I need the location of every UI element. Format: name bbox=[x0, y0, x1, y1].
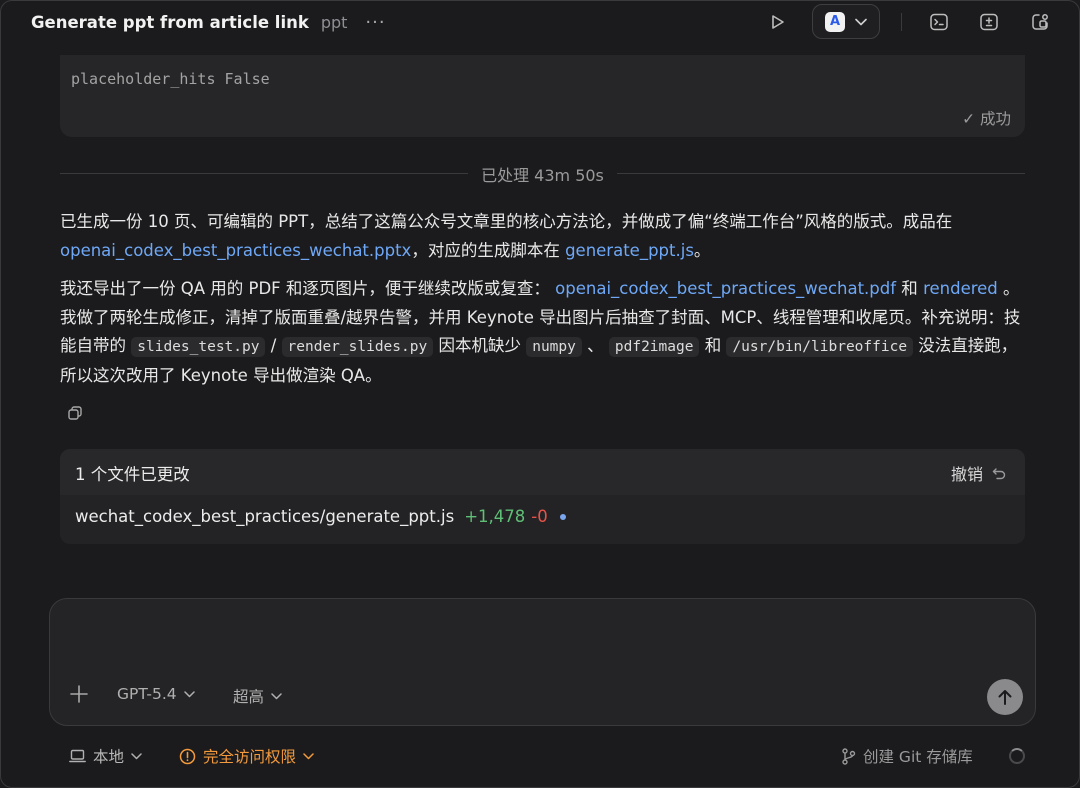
add-attachment-icon[interactable] bbox=[69, 684, 91, 706]
send-button[interactable] bbox=[987, 679, 1023, 715]
model-selector[interactable]: GPT-5.4 bbox=[117, 685, 195, 703]
message-text: / bbox=[265, 336, 282, 355]
lines-removed: -0 bbox=[531, 507, 548, 526]
effort-label: 超高 bbox=[233, 688, 265, 706]
reasoning-effort-selector[interactable]: 超高 bbox=[233, 685, 282, 707]
arrow-up-icon bbox=[998, 690, 1012, 705]
changed-files-card: 1 个文件已更改 撤销 wechat_codex_best_practices/… bbox=[60, 449, 1025, 544]
access-label: 完全访问权限 bbox=[203, 748, 297, 766]
bottom-bar: 本地 完全访问权限 创建 Git 存储库 bbox=[1, 741, 1079, 771]
warning-circle-icon bbox=[179, 748, 196, 764]
message-text: 和 bbox=[699, 336, 727, 355]
message-text: 、 bbox=[581, 336, 609, 355]
terminal-icon[interactable] bbox=[928, 11, 950, 33]
undo-label: 撤销 bbox=[950, 465, 983, 484]
undo-button[interactable]: 撤销 bbox=[951, 461, 1007, 485]
pdf-file-link[interactable]: openai_codex_best_practices_wechat.pdf bbox=[555, 279, 896, 298]
undo-icon bbox=[992, 468, 1006, 480]
laptop-icon bbox=[69, 749, 86, 763]
chevron-down-icon bbox=[271, 692, 282, 699]
message-composer[interactable]: GPT-5.4 超高 bbox=[49, 598, 1036, 726]
git-branch-icon bbox=[842, 747, 856, 765]
model-label: GPT-5.4 bbox=[117, 685, 177, 703]
inline-code: render_slides.py bbox=[281, 337, 434, 357]
copy-icon[interactable] bbox=[67, 405, 85, 423]
tool-output-text: placeholder_hits False bbox=[71, 70, 270, 88]
message-text: 已生成一份 10 页、可编辑的 PPT，总结了这篇公众号文章里的核心方法论，并做… bbox=[60, 212, 953, 231]
processed-separator: 已处理 43m 50s bbox=[60, 161, 1025, 185]
message-text: 和 bbox=[896, 279, 924, 298]
script-file-link[interactable]: generate_ppt.js bbox=[565, 241, 694, 260]
open-in-app-button[interactable]: A bbox=[812, 4, 880, 39]
inline-code: pdf2image bbox=[608, 337, 700, 357]
inline-code: slides_test.py bbox=[131, 337, 266, 357]
git-label: 创建 Git 存储库 bbox=[863, 748, 973, 766]
unsaved-dot bbox=[559, 513, 566, 520]
rendered-folder-link[interactable]: rendered bbox=[923, 279, 998, 298]
open-window-icon[interactable] bbox=[1029, 11, 1051, 33]
assistant-message: 已生成一份 10 页、可编辑的 PPT，总结了这篇公众号文章里的核心方法论，并做… bbox=[60, 208, 1030, 400]
header-divider bbox=[901, 13, 902, 31]
lines-added: +1,478 bbox=[464, 507, 526, 526]
more-options-button[interactable]: ··· bbox=[365, 12, 385, 33]
diff-icon[interactable] bbox=[978, 11, 1000, 33]
inline-code: numpy bbox=[526, 337, 582, 357]
chevron-down-icon bbox=[183, 690, 195, 697]
environment-label: 本地 bbox=[93, 748, 125, 766]
header: Generate ppt from article link ppt ··· bbox=[1, 1, 1079, 43]
create-git-repo-button[interactable]: 创建 Git 存储库 bbox=[841, 745, 973, 767]
changed-file-name[interactable]: wechat_codex_best_practices/generate_ppt… bbox=[75, 507, 454, 526]
changed-files-header: 1 个文件已更改 撤销 bbox=[60, 449, 1025, 495]
xcode-app-icon: A bbox=[825, 11, 845, 32]
message-paragraph-2: 我还导出了一份 QA 用的 PDF 和逐页图片，便于继续改版或复查： opena… bbox=[60, 275, 1030, 390]
access-permission-selector[interactable]: 完全访问权限 bbox=[179, 745, 314, 767]
inline-code: /usr/bin/libreoffice bbox=[726, 337, 914, 357]
separator-line-right bbox=[617, 173, 1025, 174]
tool-output-card: placeholder_hits False ✓ 成功 bbox=[60, 55, 1025, 137]
project-name[interactable]: ppt bbox=[321, 13, 348, 32]
chevron-down-icon bbox=[131, 752, 142, 759]
message-text: ，对应的生成脚本在 bbox=[411, 240, 566, 260]
chevron-down-icon bbox=[855, 18, 867, 25]
success-status: ✓ 成功 bbox=[962, 110, 1011, 128]
changed-file-row[interactable]: wechat_codex_best_practices/generate_ppt… bbox=[75, 507, 566, 526]
chevron-down-icon bbox=[303, 752, 314, 759]
message-text: 。 bbox=[693, 240, 711, 260]
app-window: Generate ppt from article link ppt ··· A… bbox=[0, 0, 1080, 788]
play-icon[interactable] bbox=[766, 11, 788, 33]
thread-title: Generate ppt from article link bbox=[31, 12, 309, 32]
changed-files-title: 1 个文件已更改 bbox=[75, 465, 190, 484]
environment-selector[interactable]: 本地 bbox=[69, 745, 142, 767]
loading-spinner-icon bbox=[1009, 748, 1025, 764]
processed-duration[interactable]: 已处理 43m 50s bbox=[60, 162, 1025, 186]
pptx-file-link[interactable]: openai_codex_best_practices_wechat.pptx bbox=[60, 241, 411, 260]
message-text: 我还导出了一份 QA 用的 PDF 和逐页图片，便于继续改版或复查： bbox=[60, 279, 556, 298]
message-paragraph-1: 已生成一份 10 页、可编辑的 PPT，总结了这篇公众号文章里的核心方法论，并做… bbox=[60, 208, 1030, 265]
message-text: 因本机缺少 bbox=[433, 336, 527, 355]
